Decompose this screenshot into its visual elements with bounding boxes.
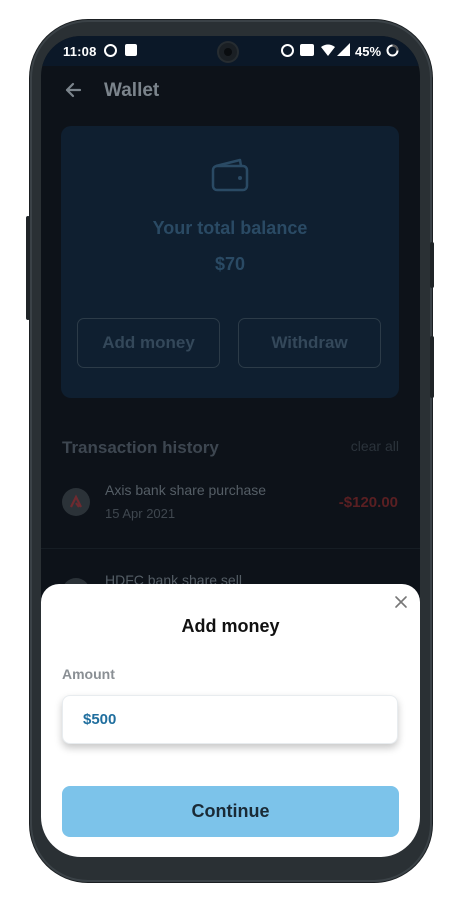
balance-value: $70 [214, 254, 246, 274]
status-time: 11:08 [63, 44, 97, 59]
close-icon[interactable] [394, 595, 408, 609]
gb-icon [104, 44, 117, 57]
transaction-row[interactable]: Axis bank share purchase 15 Apr 2021 -$1… [41, 476, 420, 548]
screen: 11:08 45% Wallet Your total balance $70 … [41, 36, 420, 857]
wallet-icon [211, 158, 249, 192]
clear-all-link[interactable]: clear all [351, 438, 399, 454]
sheet-title: Add money [181, 616, 280, 636]
transaction-name: Axis bank share purchase [105, 482, 267, 498]
battery-icon [386, 44, 399, 57]
volte-icon [300, 44, 314, 56]
amount-label: Amount [62, 666, 115, 682]
bank-logo-icon [62, 488, 90, 516]
gallery-icon [125, 44, 137, 56]
wifi-icon [321, 44, 335, 56]
balance-card: Your total balance $70 Add money Withdra… [61, 126, 399, 398]
add-money-button[interactable]: Add money [77, 318, 220, 368]
battery-percent: 45% [355, 44, 382, 59]
balance-label: Your total balance [152, 218, 308, 238]
volume-down-button [430, 336, 434, 398]
transaction-amount: -$120.00 [338, 494, 398, 511]
transaction-history-title: Transaction history [62, 438, 219, 457]
transaction-date: 15 Apr 2021 [105, 506, 176, 521]
status-bar: 11:08 45% [41, 36, 420, 66]
alarm-icon [281, 44, 294, 57]
amount-input[interactable] [62, 695, 398, 744]
app-header: Wallet [41, 66, 420, 116]
page-title: Wallet [104, 80, 160, 101]
add-money-sheet: Add money Amount Continue [41, 584, 420, 857]
withdraw-button[interactable]: Withdraw [238, 318, 381, 368]
arrow-left-icon[interactable] [63, 80, 83, 100]
continue-button[interactable]: Continue [62, 786, 399, 837]
power-button [26, 216, 30, 320]
signal-icon [337, 43, 350, 56]
volume-up-button [430, 242, 434, 288]
front-camera [219, 43, 237, 61]
divider [41, 548, 420, 549]
